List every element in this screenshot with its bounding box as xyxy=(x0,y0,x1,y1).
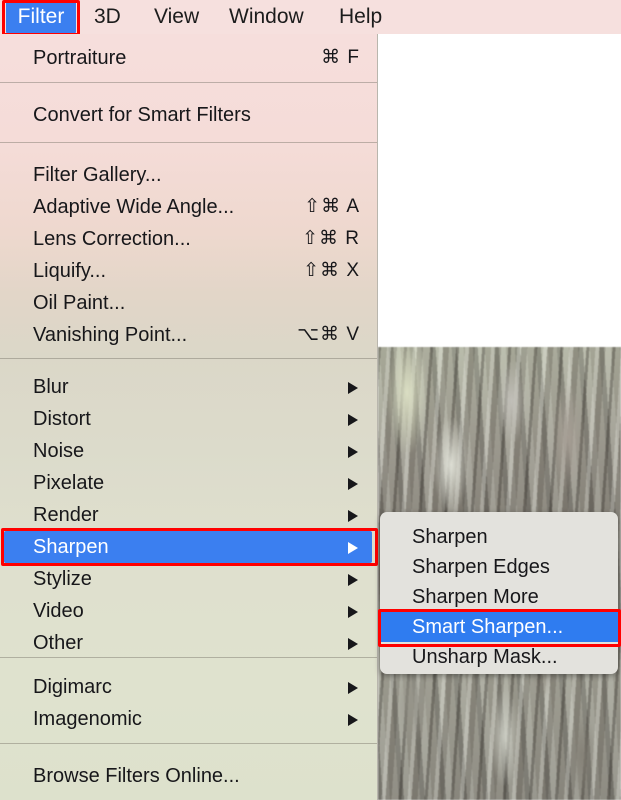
menu-item-imagenomic[interactable]: Imagenomic xyxy=(0,703,377,735)
menu-item-filter-gallery[interactable]: Filter Gallery... xyxy=(0,159,377,191)
chevron-right-icon xyxy=(348,382,358,394)
menu-item-portraiture-shortcut: ⌘ F xyxy=(321,47,360,68)
menu-item-liquify[interactable]: Liquify... ⇧⌘ X xyxy=(0,255,377,287)
menu-item-convert-for-smart-filters-label: Convert for Smart Filters xyxy=(33,104,251,126)
submenu-item-sharpen[interactable]: Sharpen xyxy=(380,522,618,552)
menubar-item-help[interactable]: Help xyxy=(339,0,382,34)
chevron-right-icon xyxy=(348,446,358,458)
menu-item-video-label: Video xyxy=(33,600,84,622)
menu-item-distort-label: Distort xyxy=(33,408,91,430)
menu-item-stylize[interactable]: Stylize xyxy=(0,563,377,595)
menu-item-video[interactable]: Video xyxy=(0,595,377,627)
menu-separator-3 xyxy=(0,358,377,359)
submenu-item-unsharp-mask-label: Unsharp Mask... xyxy=(412,646,558,668)
chevron-right-icon xyxy=(348,714,358,726)
submenu-item-sharpen-more[interactable]: Sharpen More xyxy=(380,582,618,612)
submenu-item-sharpen-edges[interactable]: Sharpen Edges xyxy=(380,552,618,582)
menu-item-browse-filters-online[interactable]: Browse Filters Online... xyxy=(0,760,377,792)
document-canvas xyxy=(378,34,621,800)
menu-item-adaptive-wide-angle-label: Adaptive Wide Angle... xyxy=(33,196,235,218)
menubar-item-filter[interactable]: Filter xyxy=(2,0,80,36)
menu-item-adaptive-wide-angle[interactable]: Adaptive Wide Angle... ⇧⌘ A xyxy=(0,191,377,223)
menu-item-lens-correction[interactable]: Lens Correction... ⇧⌘ R xyxy=(0,223,377,255)
chevron-right-icon xyxy=(348,638,358,650)
screenshot-root: Filter 3D View Window Help Portraiture ⌘… xyxy=(0,0,621,800)
menu-item-digimarc-label: Digimarc xyxy=(33,676,112,698)
menu-separator-4 xyxy=(0,657,377,658)
submenu-item-smart-sharpen-label: Smart Sharpen... xyxy=(412,616,564,638)
chevron-right-icon xyxy=(348,510,358,522)
chevron-right-icon xyxy=(348,606,358,618)
menu-item-vanishing-point-shortcut: ⌥⌘ V xyxy=(297,324,360,345)
chevron-right-icon xyxy=(348,542,358,554)
menu-item-filter-gallery-label: Filter Gallery... xyxy=(33,164,162,186)
menu-item-distort[interactable]: Distort xyxy=(0,403,377,435)
menubar-item-3d[interactable]: 3D xyxy=(94,0,121,34)
menu-item-render-label: Render xyxy=(33,504,99,526)
chevron-right-icon xyxy=(348,574,358,586)
menu-separator-1 xyxy=(0,82,377,83)
menu-item-noise[interactable]: Noise xyxy=(0,435,377,467)
menubar-item-window[interactable]: Window xyxy=(229,0,304,34)
menu-item-other[interactable]: Other xyxy=(0,627,377,659)
filter-dropdown-menu: Portraiture ⌘ F Convert for Smart Filter… xyxy=(0,34,378,800)
menu-item-oil-paint[interactable]: Oil Paint... xyxy=(0,287,377,319)
menu-item-sharpen[interactable]: Sharpen xyxy=(0,531,377,563)
menu-item-blur-label: Blur xyxy=(33,376,69,398)
menu-item-sharpen-label: Sharpen xyxy=(33,536,109,558)
menu-separator-5 xyxy=(0,743,377,744)
menu-item-noise-label: Noise xyxy=(33,440,85,462)
submenu-item-sharpen-edges-label: Sharpen Edges xyxy=(412,556,550,578)
submenu-item-smart-sharpen[interactable]: Smart Sharpen... xyxy=(380,612,618,642)
application-menu-bar: Filter 3D View Window Help xyxy=(0,0,621,36)
menu-item-adaptive-wide-angle-shortcut: ⇧⌘ A xyxy=(304,196,360,217)
menu-item-stylize-label: Stylize xyxy=(33,568,92,590)
menu-item-liquify-shortcut: ⇧⌘ X xyxy=(303,260,360,281)
menu-item-lens-correction-label: Lens Correction... xyxy=(33,228,191,250)
canvas-white-area xyxy=(378,34,621,347)
chevron-right-icon xyxy=(348,478,358,490)
menu-item-browse-filters-online-label: Browse Filters Online... xyxy=(33,765,240,787)
submenu-item-unsharp-mask[interactable]: Unsharp Mask... xyxy=(380,642,618,672)
menu-item-convert-for-smart-filters[interactable]: Convert for Smart Filters xyxy=(0,99,377,131)
menu-item-vanishing-point-label: Vanishing Point... xyxy=(33,324,188,346)
menu-item-pixelate[interactable]: Pixelate xyxy=(0,467,377,499)
menu-item-other-label: Other xyxy=(33,632,84,654)
chevron-right-icon xyxy=(348,682,358,694)
menu-item-portraiture-label: Portraiture xyxy=(33,47,127,69)
menu-item-liquify-label: Liquify... xyxy=(33,260,106,282)
menu-item-blur[interactable]: Blur xyxy=(0,371,377,403)
submenu-item-sharpen-more-label: Sharpen More xyxy=(412,586,539,608)
menu-item-render[interactable]: Render xyxy=(0,499,377,531)
menu-item-portraiture[interactable]: Portraiture ⌘ F xyxy=(0,42,377,74)
menu-separator-2 xyxy=(0,142,377,143)
menu-item-vanishing-point[interactable]: Vanishing Point... ⌥⌘ V xyxy=(0,319,377,351)
menubar-item-view[interactable]: View xyxy=(154,0,199,34)
chevron-right-icon xyxy=(348,414,358,426)
submenu-item-sharpen-label: Sharpen xyxy=(412,526,488,548)
menubar-item-filter-label: Filter xyxy=(17,5,65,28)
menu-item-pixelate-label: Pixelate xyxy=(33,472,105,494)
menu-item-digimarc[interactable]: Digimarc xyxy=(0,671,377,703)
menu-item-imagenomic-label: Imagenomic xyxy=(33,708,142,730)
menu-item-oil-paint-label: Oil Paint... xyxy=(33,292,126,314)
menu-item-lens-correction-shortcut: ⇧⌘ R xyxy=(302,228,360,249)
sharpen-submenu: Sharpen Sharpen Edges Sharpen More Smart… xyxy=(380,512,618,674)
